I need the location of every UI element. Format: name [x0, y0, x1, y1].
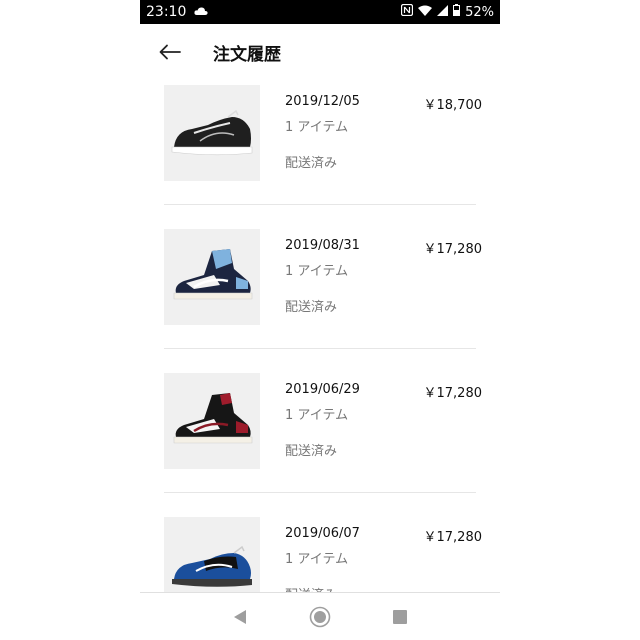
- recents-square-icon: [393, 609, 407, 624]
- divider: [164, 204, 476, 205]
- order-item-count: 1 アイテム: [285, 408, 349, 423]
- phone-screen: 23:10 52% 注文履歴 2019/12/05 ￥18,700 1 アイテム…: [140, 0, 500, 640]
- order-price: ￥17,280: [423, 242, 483, 257]
- app-bar: 注文履歴: [140, 24, 500, 80]
- order-date: 2019/06/07: [285, 526, 360, 541]
- order-price: ￥18,700: [423, 98, 483, 113]
- status-time: 23:10: [146, 4, 187, 20]
- nfc-icon: [400, 3, 414, 20]
- order-item-count: 1 アイテム: [285, 264, 349, 279]
- order-item[interactable]: 2019/08/31 ￥17,280 1 アイテム 配送済み: [140, 224, 500, 368]
- nav-home-button[interactable]: [308, 605, 332, 629]
- order-date: 2019/12/05: [285, 94, 360, 109]
- battery-icon: [453, 4, 461, 20]
- signal-icon: [437, 4, 449, 20]
- order-date: 2019/06/29: [285, 382, 360, 397]
- product-image: [164, 229, 260, 325]
- product-image: [164, 517, 260, 592]
- back-button[interactable]: [156, 38, 184, 66]
- order-item[interactable]: 2019/12/05 ￥18,700 1 アイテム 配送済み: [140, 80, 500, 224]
- order-price: ￥17,280: [423, 530, 483, 545]
- product-image: [164, 373, 260, 469]
- page-title: 注文履歴: [213, 45, 281, 65]
- back-triangle-icon: [234, 609, 246, 624]
- nav-recents-button[interactable]: [388, 605, 412, 629]
- home-circle-icon: [309, 606, 331, 627]
- order-date: 2019/08/31: [285, 238, 360, 253]
- status-bar: 23:10 52%: [140, 0, 500, 24]
- battery-level: 52%: [465, 4, 494, 20]
- cloud-icon: [194, 4, 208, 20]
- nav-back-button[interactable]: [228, 605, 252, 629]
- order-item-count: 1 アイテム: [285, 552, 349, 567]
- order-list[interactable]: 2019/12/05 ￥18,700 1 アイテム 配送済み 2019/08/3…: [140, 80, 500, 592]
- divider: [164, 492, 476, 493]
- order-status: 配送済み: [285, 300, 338, 315]
- order-status: 配送済み: [285, 156, 338, 171]
- order-item[interactable]: 2019/06/07 ￥17,280 1 アイテム 配送済み: [140, 512, 500, 592]
- product-image: [164, 85, 260, 181]
- order-item[interactable]: 2019/06/29 ￥17,280 1 アイテム 配送済み: [140, 368, 500, 512]
- divider: [164, 348, 476, 349]
- order-status: 配送済み: [285, 444, 338, 459]
- order-status: 配送済み: [285, 584, 337, 592]
- navigation-bar: [140, 592, 500, 640]
- order-item-count: 1 アイテム: [285, 120, 349, 135]
- order-price: ￥17,280: [423, 386, 483, 401]
- arrow-left-icon: [159, 44, 181, 60]
- wifi-icon: [418, 5, 433, 20]
